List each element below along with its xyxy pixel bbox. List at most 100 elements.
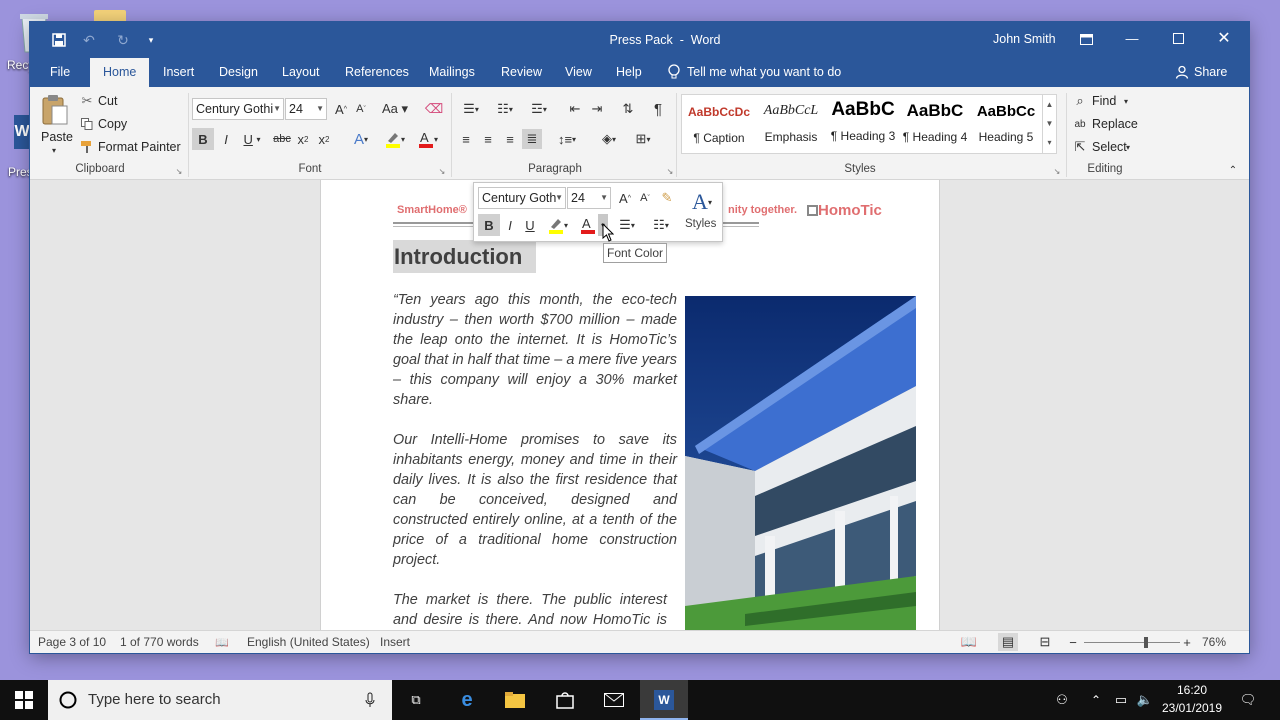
- chevron-down-icon[interactable]: ▼: [273, 99, 281, 119]
- styles-label[interactable]: Styles: [685, 218, 716, 230]
- clock-date[interactable]: 23/01/2019: [1158, 701, 1226, 715]
- select-icon[interactable]: ⇱: [1073, 139, 1087, 154]
- tab-mailings[interactable]: Mailings: [421, 58, 483, 87]
- dialog-launcher-icon[interactable]: ↘: [174, 166, 184, 176]
- page-count[interactable]: Page 3 of 10: [38, 631, 106, 653]
- chevron-down-icon[interactable]: ▾: [1123, 141, 1133, 153]
- styles-scrollbar[interactable]: ▲ ▼ ▾: [1042, 95, 1056, 153]
- zoom-in-icon[interactable]: +: [1180, 634, 1194, 650]
- bold-icon[interactable]: B: [478, 214, 500, 236]
- decrease-indent-icon[interactable]: ⇤: [565, 99, 585, 119]
- shrink-font-icon[interactable]: Aˇ: [637, 189, 653, 207]
- subscript-icon[interactable]: x2: [294, 128, 312, 150]
- style-caption[interactable]: AaBbCcDc ¶ Caption: [684, 97, 754, 151]
- language[interactable]: English (United States): [247, 631, 370, 653]
- customize-toolbar-icon[interactable]: ▾: [144, 31, 158, 49]
- paste-button[interactable]: Paste: [41, 130, 73, 144]
- close-icon[interactable]: ✕: [1216, 30, 1232, 47]
- cut-button[interactable]: Cut: [98, 94, 117, 108]
- clear-formatting-icon[interactable]: ⌫: [425, 100, 443, 118]
- style-emphasis[interactable]: AaBbCcL Emphasis: [756, 97, 826, 151]
- insert-mode[interactable]: Insert: [380, 631, 410, 653]
- chevron-down-icon[interactable]: ▼: [555, 188, 563, 208]
- dialog-launcher-icon[interactable]: ↘: [1052, 166, 1062, 176]
- read-mode-icon[interactable]: 📖: [961, 634, 977, 650]
- font-color-icon[interactable]: A ▾: [413, 128, 443, 150]
- find-icon[interactable]: ⌕: [1073, 93, 1087, 108]
- mail-icon[interactable]: [603, 690, 625, 710]
- dialog-launcher-icon[interactable]: ↘: [437, 166, 447, 176]
- format-painter-icon[interactable]: [80, 140, 94, 154]
- numbering-icon[interactable]: ☷ ▾: [646, 214, 676, 236]
- increase-indent-icon[interactable]: ⇥: [587, 99, 607, 119]
- strikethrough-icon[interactable]: abc: [272, 128, 292, 150]
- style-heading-3[interactable]: AaBbC ¶ Heading 3: [828, 97, 898, 151]
- borders-icon[interactable]: ⊞ ▾: [628, 129, 658, 149]
- underline-icon[interactable]: U: [521, 214, 539, 236]
- chevron-up-icon[interactable]: ⌃: [1088, 690, 1104, 710]
- volume-icon[interactable]: 🔈: [1136, 690, 1154, 710]
- undo-icon[interactable]: ↶: [80, 31, 98, 49]
- clock-time[interactable]: 16:20: [1163, 683, 1221, 697]
- sort-icon[interactable]: ⇅: [618, 99, 638, 119]
- multilevel-list-icon[interactable]: ☲ ▾: [524, 99, 554, 119]
- numbering-icon[interactable]: ☷ ▾: [490, 99, 520, 119]
- cut-icon[interactable]: ✂: [80, 93, 94, 108]
- copy-button[interactable]: Copy: [98, 117, 127, 131]
- web-layout-icon[interactable]: ⊟: [1037, 634, 1053, 650]
- tab-review[interactable]: Review: [493, 58, 550, 87]
- tab-view[interactable]: View: [557, 58, 600, 87]
- tab-home[interactable]: Home: [90, 58, 150, 87]
- store-icon[interactable]: [554, 690, 576, 710]
- change-case-icon[interactable]: Aa ▾: [380, 100, 410, 118]
- tab-insert[interactable]: Insert: [155, 58, 202, 87]
- windows-start-icon[interactable]: [14, 690, 34, 710]
- word-taskbar-button[interactable]: W: [640, 680, 688, 720]
- highlight-icon[interactable]: ▾: [380, 128, 410, 150]
- pilcrow-icon[interactable]: ¶: [648, 99, 668, 119]
- align-right-icon[interactable]: ≡: [500, 129, 520, 149]
- tell-me-box[interactable]: Tell me what you want to do: [687, 58, 841, 86]
- tab-help[interactable]: Help: [608, 58, 650, 87]
- minimize-icon[interactable]: —: [1124, 30, 1140, 46]
- italic-icon[interactable]: I: [501, 214, 519, 236]
- align-left-icon[interactable]: ≡: [456, 129, 476, 149]
- maximize-icon[interactable]: [1170, 30, 1186, 46]
- tab-file[interactable]: File: [42, 58, 78, 87]
- people-icon[interactable]: ⚇: [1052, 690, 1072, 710]
- style-heading-5[interactable]: AaBbCc Heading 5: [972, 97, 1040, 151]
- zoom-level[interactable]: 76%: [1202, 631, 1226, 653]
- chevron-down-icon[interactable]: ▼: [600, 188, 608, 208]
- collapse-ribbon-icon[interactable]: ⌃: [1227, 164, 1239, 176]
- italic-icon[interactable]: I: [216, 128, 236, 150]
- format-painter-button[interactable]: Format Painter: [98, 140, 181, 154]
- font-name-combo[interactable]: Century Gothi ▼: [192, 98, 284, 120]
- print-layout-icon[interactable]: ▤: [998, 633, 1018, 651]
- paste-icon[interactable]: [40, 93, 70, 127]
- align-center-icon[interactable]: ≡: [478, 129, 498, 149]
- style-heading-4[interactable]: AaBbC ¶ Heading 4: [900, 97, 970, 151]
- format-painter-icon[interactable]: ✎: [658, 189, 676, 207]
- user-name[interactable]: John Smith: [993, 22, 1056, 56]
- mini-font-name-combo[interactable]: Century Goth ▼: [478, 187, 566, 209]
- ribbon-display-options-icon[interactable]: [1078, 31, 1094, 47]
- underline-icon[interactable]: U ▾: [238, 128, 266, 150]
- tab-references[interactable]: References: [337, 58, 417, 87]
- shrink-font-icon[interactable]: Aˇ: [353, 100, 369, 118]
- select-button[interactable]: Select: [1092, 140, 1127, 154]
- find-button[interactable]: Find: [1092, 94, 1116, 108]
- shading-icon[interactable]: ◈ ▾: [594, 129, 624, 149]
- task-view-icon[interactable]: ⧉: [406, 690, 426, 710]
- line-spacing-icon[interactable]: ↕≡ ▾: [552, 129, 582, 149]
- grow-font-icon[interactable]: A ^: [332, 100, 350, 118]
- network-icon[interactable]: ▭: [1112, 690, 1130, 710]
- word-count[interactable]: 1 of 770 words: [120, 631, 199, 653]
- replace-icon[interactable]: ab: [1073, 117, 1087, 131]
- zoom-slider-thumb[interactable]: [1144, 637, 1149, 648]
- copy-icon[interactable]: [80, 117, 94, 131]
- bullets-icon[interactable]: ☰ ▾: [612, 214, 642, 236]
- replace-button[interactable]: Replace: [1092, 117, 1138, 131]
- dialog-launcher-icon[interactable]: ↘: [665, 166, 675, 176]
- edge-icon[interactable]: e: [456, 689, 478, 711]
- notifications-icon[interactable]: 🗨: [1238, 690, 1258, 710]
